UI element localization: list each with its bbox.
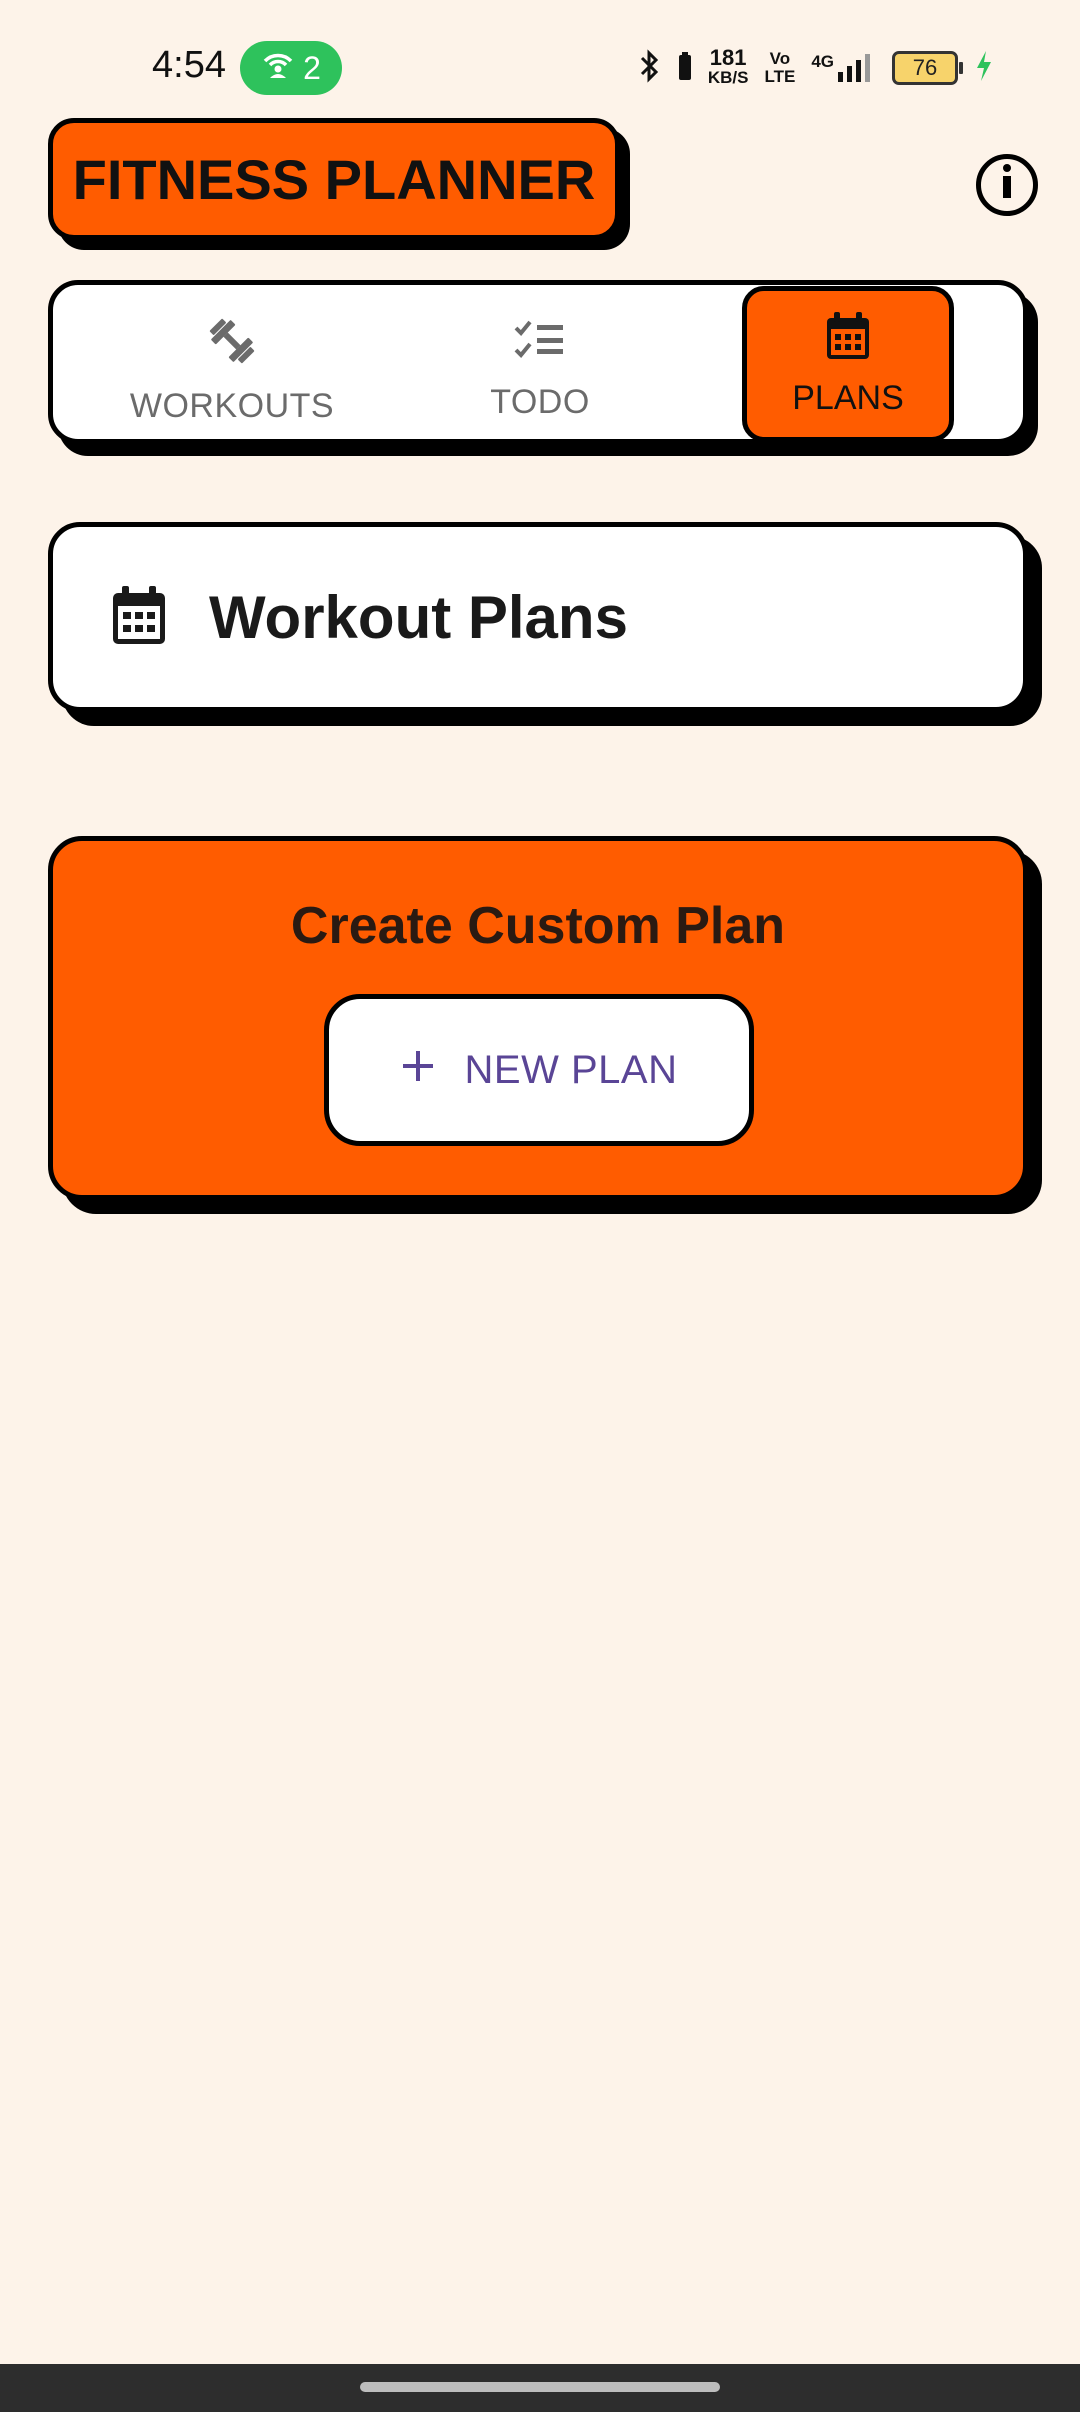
volte-indicator: Vo LTE [764,50,795,86]
charging-icon [974,49,994,88]
home-gesture-handle[interactable] [360,2382,720,2392]
network-speed-unit: KB/S [707,68,749,87]
calendar-icon [824,310,872,371]
battery-level: 76 [912,55,938,80]
hotspot-indicator[interactable]: 2 [240,41,342,95]
battery-indicator: 76 [892,51,963,85]
new-plan-label: NEW PLAN [464,1047,678,1092]
hotspot-count: 2 [303,49,321,86]
tab-workouts[interactable]: WORKOUTS [92,300,372,440]
create-plan-title: Create Custom Plan [290,897,786,955]
new-plan-button[interactable]: NEW PLAN [324,994,754,1146]
network-type: 4G [811,52,834,71]
status-icons: 181 KB/S Vo LTE 4G 76 [638,46,994,90]
info-icon [992,162,1022,209]
checklist-icon [513,318,567,373]
plus-icon [401,1048,435,1093]
tab-todo-label: TODO [490,383,590,421]
calendar-icon [111,584,167,651]
hotspot-icon [261,49,295,87]
workout-plans-title: Workout Plans [209,583,628,651]
network-speed: 181 KB/S [707,45,749,88]
tab-todo[interactable]: TODO [400,300,680,440]
network-speed-value: 181 [709,45,747,70]
app-title: FITNESS PLANNER [48,118,620,240]
volte-top: Vo [769,49,791,68]
tab-workouts-label: WORKOUTS [129,387,335,425]
signal-icon: 4G [811,52,876,84]
workout-plans-card: Workout Plans [48,522,1028,712]
info-button[interactable] [976,154,1038,216]
status-time: 4:54 [152,44,226,86]
volte-bottom: LTE [764,67,796,86]
dumbbell-icon [205,314,259,377]
tab-plans-label: PLANS [792,379,904,417]
tab-plans[interactable]: PLANS [742,286,954,442]
bluetooth-icon [638,48,662,88]
battery-small-icon [678,51,692,86]
